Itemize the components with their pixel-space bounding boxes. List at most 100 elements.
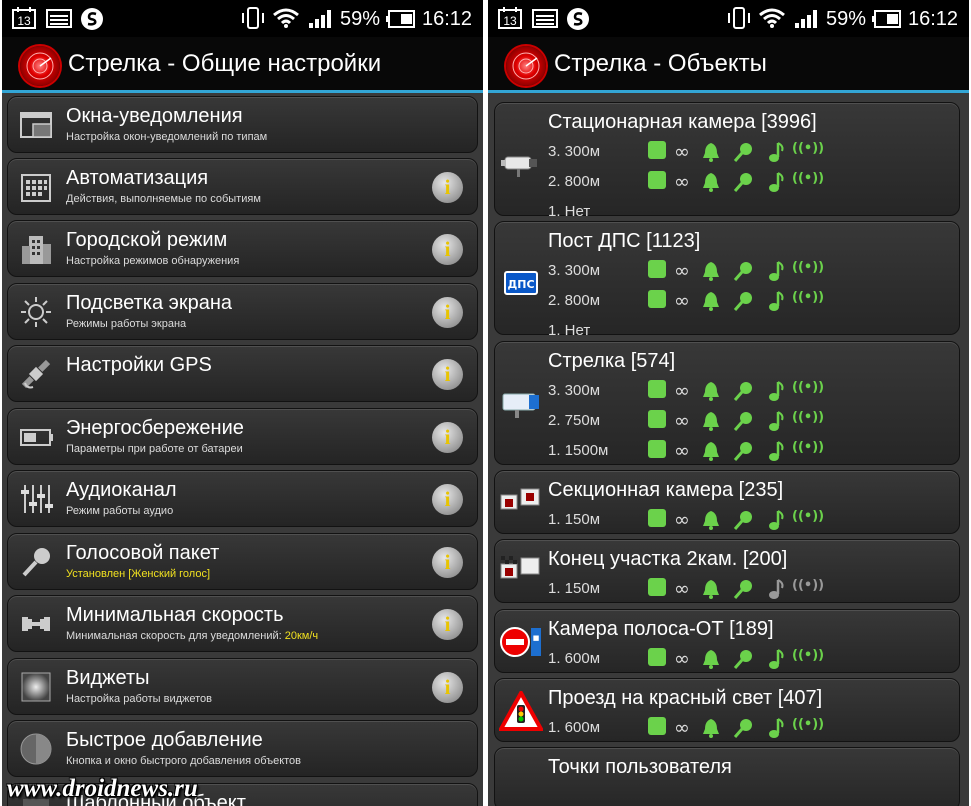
infinity-icon[interactable]: ∞ <box>674 141 690 163</box>
bell-icon[interactable] <box>700 578 722 600</box>
enabled-checkbox-icon[interactable] <box>648 717 666 735</box>
distance-row[interactable]: 3. 300м ∞ ((•)) <box>548 380 948 402</box>
music-note-icon[interactable] <box>764 380 786 402</box>
broadcast-icon[interactable]: ((•)) <box>792 410 824 425</box>
enabled-checkbox-icon[interactable] <box>648 440 666 458</box>
infinity-icon[interactable]: ∞ <box>674 578 690 600</box>
broadcast-icon[interactable]: ((•)) <box>792 290 824 305</box>
music-note-icon[interactable] <box>764 578 786 600</box>
object-card[interactable]: Проезд на красный свет [407] 1. 600м ∞ ((•)… <box>494 678 960 742</box>
bell-icon[interactable] <box>700 380 722 402</box>
bell-icon[interactable] <box>700 509 722 531</box>
object-card[interactable]: Секционная камера [235] 1. 150м ∞ ((•)) <box>494 470 960 534</box>
info-button[interactable]: i <box>432 172 463 203</box>
info-button[interactable]: i <box>432 234 463 265</box>
enabled-checkbox-icon[interactable] <box>648 260 666 278</box>
infinity-icon[interactable]: ∞ <box>674 440 690 462</box>
distance-row[interactable]: 1. 600м ∞ ((•)) <box>548 648 948 670</box>
distance-row[interactable]: 1. 600м ∞ ((•)) <box>548 717 948 739</box>
object-card[interactable]: Стрелка [574] 3. 300м ∞ ((•)) 2. 750м ∞ ((•)) 1… <box>494 341 960 465</box>
settings-item-min-speed[interactable]: Минимальная скорость Минимальная скорост… <box>7 595 478 652</box>
music-note-icon[interactable] <box>764 141 786 163</box>
broadcast-icon[interactable]: ((•)) <box>792 578 824 593</box>
enabled-checkbox-icon[interactable] <box>648 578 666 596</box>
settings-list[interactable]: Окна-уведомления Настройка окон-уведомле… <box>2 93 483 806</box>
settings-item-widgets[interactable]: Виджеты Настройка работы виджетов i <box>7 658 478 715</box>
microphone-icon[interactable] <box>732 141 754 163</box>
microphone-icon[interactable] <box>732 440 754 462</box>
microphone-icon[interactable] <box>732 578 754 600</box>
settings-item-voice-pack[interactable]: Голосовой пакет Установлен [Женский голо… <box>7 533 478 590</box>
infinity-icon[interactable]: ∞ <box>674 509 690 531</box>
bell-icon[interactable] <box>700 648 722 670</box>
microphone-icon[interactable] <box>732 648 754 670</box>
bell-icon[interactable] <box>700 717 722 739</box>
bell-icon[interactable] <box>700 260 722 282</box>
app-logo-radar-icon[interactable] <box>506 46 546 86</box>
info-button[interactable]: i <box>432 297 463 328</box>
enabled-checkbox-icon[interactable] <box>648 410 666 428</box>
settings-item-gps[interactable]: Настройки GPS i <box>7 345 478 402</box>
enabled-checkbox-icon[interactable] <box>648 509 666 527</box>
music-note-icon[interactable] <box>764 509 786 531</box>
distance-row[interactable]: 1. Нет <box>548 320 948 342</box>
microphone-icon[interactable] <box>732 171 754 193</box>
microphone-icon[interactable] <box>732 717 754 739</box>
object-card[interactable]: ДПС Пост ДПС [1123] 3. 300м ∞ ((•)) 2. 800м ∞ (… <box>494 221 960 339</box>
microphone-icon[interactable] <box>732 290 754 312</box>
object-card[interactable]: Стационарная камера [3996] 3. 300м ∞ ((•)) 2… <box>494 102 960 220</box>
settings-item-automation[interactable]: Автоматизация Действия, выполняемые по с… <box>7 158 478 215</box>
distance-row[interactable]: 1. 1500м ∞ ((•)) <box>548 440 948 462</box>
distance-row[interactable]: 3. 300м ∞ ((•)) <box>548 260 948 282</box>
broadcast-icon[interactable]: ((•)) <box>792 380 824 395</box>
settings-item-quick-add[interactable]: Быстрое добавление Кнопка и окно быстрог… <box>7 720 478 777</box>
info-button[interactable]: i <box>432 359 463 390</box>
infinity-icon[interactable]: ∞ <box>674 410 690 432</box>
microphone-icon[interactable] <box>732 410 754 432</box>
microphone-icon[interactable] <box>732 380 754 402</box>
object-card[interactable]: Конец участка 2кам. [200] 1. 150м ∞ ((•)) <box>494 539 960 603</box>
distance-row[interactable]: 1. 150м ∞ ((•)) <box>548 578 948 600</box>
infinity-icon[interactable]: ∞ <box>674 717 690 739</box>
music-note-icon[interactable] <box>764 410 786 432</box>
settings-item-notification-windows[interactable]: Окна-уведомления Настройка окон-уведомле… <box>7 96 478 153</box>
info-button[interactable]: i <box>432 547 463 578</box>
music-note-icon[interactable] <box>764 717 786 739</box>
microphone-icon[interactable] <box>732 260 754 282</box>
broadcast-icon[interactable]: ((•)) <box>792 509 824 524</box>
app-logo-radar-icon[interactable] <box>20 46 60 86</box>
broadcast-icon[interactable]: ((•)) <box>792 171 824 186</box>
info-button[interactable]: i <box>432 672 463 703</box>
broadcast-icon[interactable]: ((•)) <box>792 440 824 455</box>
objects-list[interactable]: Стационарная камера [3996] 3. 300м ∞ ((•)) 2… <box>488 93 969 806</box>
distance-row[interactable]: 2. 800м ∞ ((•)) <box>548 290 948 312</box>
bell-icon[interactable] <box>700 410 722 432</box>
enabled-checkbox-icon[interactable] <box>648 380 666 398</box>
infinity-icon[interactable]: ∞ <box>674 290 690 312</box>
enabled-checkbox-icon[interactable] <box>648 648 666 666</box>
bell-icon[interactable] <box>700 141 722 163</box>
enabled-checkbox-icon[interactable] <box>648 171 666 189</box>
bell-icon[interactable] <box>700 440 722 462</box>
infinity-icon[interactable]: ∞ <box>674 260 690 282</box>
distance-row[interactable]: 1. 150м ∞ ((•)) <box>548 509 948 531</box>
distance-row[interactable]: 2. 800м ∞ ((•)) <box>548 171 948 193</box>
infinity-icon[interactable]: ∞ <box>674 171 690 193</box>
object-card[interactable]: ■ Камера полоса-ОТ [189] 1. 600м ∞ ((•)) <box>494 609 960 673</box>
distance-row[interactable]: 1. Нет <box>548 201 948 223</box>
infinity-icon[interactable]: ∞ <box>674 648 690 670</box>
music-note-icon[interactable] <box>764 440 786 462</box>
settings-item-city-mode[interactable]: Городской режим Настройка режимов обнару… <box>7 220 478 277</box>
broadcast-icon[interactable]: ((•)) <box>792 141 824 156</box>
infinity-icon[interactable]: ∞ <box>674 380 690 402</box>
music-note-icon[interactable] <box>764 171 786 193</box>
settings-item-audio-channel[interactable]: Аудиоканал Режим работы аудио i <box>7 470 478 527</box>
info-button[interactable]: i <box>432 422 463 453</box>
music-note-icon[interactable] <box>764 648 786 670</box>
music-note-icon[interactable] <box>764 290 786 312</box>
info-button[interactable]: i <box>432 484 463 515</box>
broadcast-icon[interactable]: ((•)) <box>792 648 824 663</box>
microphone-icon[interactable] <box>732 509 754 531</box>
music-note-icon[interactable] <box>764 260 786 282</box>
enabled-checkbox-icon[interactable] <box>648 141 666 159</box>
